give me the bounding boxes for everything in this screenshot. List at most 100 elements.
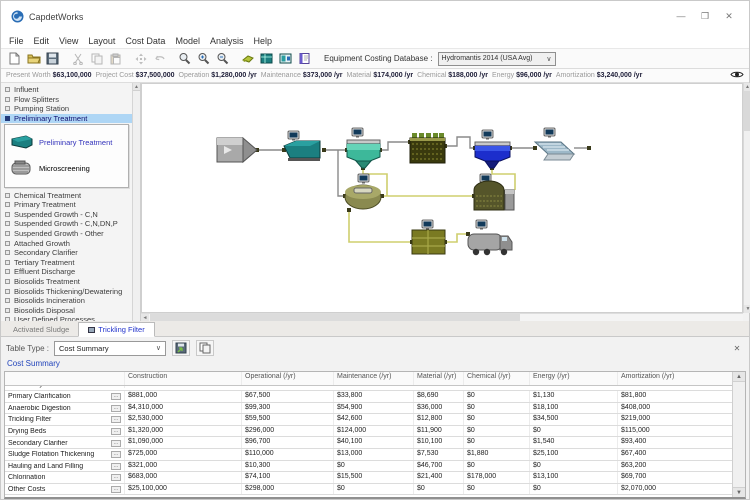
row-detail-button[interactable]: ... [111, 393, 121, 400]
primary-clarifier-unit[interactable] [347, 128, 380, 168]
table-row[interactable]: Primary Clarification... $881,000 $67,50… [5, 391, 732, 403]
table-row[interactable]: Sludge Flotation Thickening... $725,000 … [5, 449, 732, 461]
tab-trickling-filter[interactable]: Trickling Filter [78, 322, 154, 337]
menu-item[interactable]: Model [170, 36, 205, 46]
palette-item-preliminary-treatment[interactable]: Preliminary Treatment [7, 129, 126, 155]
amortization-cell: $115,000 [618, 426, 732, 437]
scroll-up-icon[interactable]: ▲ [733, 372, 745, 382]
table-row[interactable]: Chlorination... $683,000 $74,100 $15,500… [5, 472, 732, 484]
data-table-icon[interactable] [257, 50, 276, 67]
maximize-button[interactable]: ❒ [693, 7, 717, 25]
sidebar-item[interactable]: Biosolids Incineration [1, 296, 133, 306]
sidebar-item[interactable]: Biosolids Treatment [1, 277, 133, 287]
sidebar-item[interactable]: Suspended Growth - Other [1, 229, 133, 239]
row-detail-button[interactable]: ... [111, 428, 121, 435]
scrollbar-thumb[interactable] [744, 91, 750, 131]
sidebar-item[interactable]: Suspended Growth - C,N,DN,P [1, 219, 133, 229]
scroll-down-icon[interactable]: ▼ [744, 305, 750, 313]
material-cell: $21,400 [414, 472, 464, 483]
table-row[interactable]: Drying Beds... $1,320,000 $296,000 $124,… [5, 426, 732, 438]
menu-item[interactable]: Edit [29, 36, 55, 46]
flowsheet-icon[interactable] [276, 50, 295, 67]
row-detail-button[interactable]: ... [111, 405, 121, 412]
sidebar-item[interactable]: Chemical Treatment [1, 190, 133, 200]
report-icon[interactable] [295, 50, 314, 67]
zoom-icon[interactable] [175, 50, 194, 67]
scrollbar-thumb[interactable] [150, 314, 520, 321]
material-cell: $0 [414, 484, 464, 495]
table-row[interactable]: Anaerobic Digestion... $4,310,000 $99,30… [5, 403, 732, 415]
menu-item[interactable]: Layout [83, 36, 120, 46]
visibility-eye-icon[interactable] [730, 70, 744, 81]
export-table-button[interactable] [172, 340, 190, 356]
zoom-in-icon[interactable] [194, 50, 213, 67]
sidebar-item[interactable]: Influent [1, 85, 133, 95]
palette-item-microscreening[interactable]: Microscreening [7, 155, 126, 181]
sidebar-item[interactable]: Biosolids Thickening/Dewatering [1, 286, 133, 296]
table-row[interactable]: Trickling Filter... $2,530,000 $59,500 $… [5, 414, 732, 426]
palette-icon[interactable] [238, 50, 257, 67]
sidebar-item[interactable]: Flow Splitters [1, 95, 133, 105]
menu-item[interactable]: Cost Data [120, 36, 170, 46]
table-row[interactable]: Hauling and Land Filling... $321,000 $10… [5, 461, 732, 473]
row-detail-button[interactable]: ... [111, 463, 121, 470]
menu-item[interactable]: File [4, 36, 29, 46]
sidebar-item[interactable]: Effluent Discharge [1, 267, 133, 277]
amortization-cell: $93,400 [618, 437, 732, 448]
sidebar-item[interactable]: Biosolids Disposal [1, 306, 133, 316]
new-file-icon[interactable] [5, 50, 24, 67]
drying-beds-unit[interactable] [412, 220, 445, 254]
paste-icon[interactable] [106, 50, 125, 67]
preliminary-treatment-unit[interactable] [284, 131, 320, 161]
pan-icon[interactable] [131, 50, 150, 67]
maintenance-cell: $124,000 [334, 426, 414, 437]
row-detail-button[interactable]: ... [111, 440, 121, 447]
minimize-button[interactable]: — [669, 7, 693, 25]
scroll-up-icon[interactable]: ▲ [133, 83, 140, 91]
row-detail-button[interactable]: ... [111, 486, 121, 493]
copy-table-button[interactable] [196, 340, 214, 356]
sidebar-item[interactable]: Secondary Clarifier [1, 248, 133, 258]
tab-activated-sludge[interactable]: Activated Sludge [4, 323, 78, 336]
sidebar-item[interactable]: Preliminary Treatment [1, 114, 133, 124]
flowsheet-canvas[interactable] [141, 83, 743, 313]
cut-icon[interactable] [68, 50, 87, 67]
table-row[interactable]: Secondary Clarifier... $1,090,000 $96,70… [5, 437, 732, 449]
hauling-truck-unit[interactable] [468, 220, 512, 255]
close-panel-icon[interactable]: ✕ [730, 342, 744, 355]
scroll-up-icon[interactable]: ▲ [744, 83, 750, 91]
sidebar-item[interactable]: Tertiary Treatment [1, 258, 133, 268]
sidebar-scrollbar[interactable]: ▲ [132, 83, 140, 321]
category-icon [5, 279, 10, 284]
maintenance-cell: $0 [334, 461, 414, 472]
sidebar-item[interactable]: Suspended Growth - C,N [1, 210, 133, 220]
secondary-clarifier-unit[interactable] [475, 130, 510, 168]
menu-item[interactable]: Help [248, 36, 277, 46]
menu-item[interactable]: View [54, 36, 83, 46]
menu-item[interactable]: Analysis [205, 36, 249, 46]
sidebar-item[interactable]: Attached Growth [1, 238, 133, 248]
flotation-thickener-unit[interactable] [345, 174, 381, 209]
database-combobox[interactable]: Hydromantis 2014 (USA Avg) ∨ [438, 52, 556, 66]
row-detail-button[interactable]: ... [111, 451, 121, 458]
influent-unit[interactable] [217, 138, 257, 162]
effluent-discharge-unit[interactable] [535, 128, 574, 160]
save-icon[interactable] [43, 50, 62, 67]
scroll-down-icon[interactable]: ▼ [733, 487, 745, 497]
row-detail-button[interactable]: ... [111, 474, 121, 481]
canvas-horizontal-scrollbar[interactable]: ◄ [141, 313, 743, 321]
open-folder-icon[interactable] [24, 50, 43, 67]
sidebar-item[interactable]: Primary Treatment [1, 200, 133, 210]
sidebar-item[interactable]: Pumping Station [1, 104, 133, 114]
zoom-out-icon[interactable] [213, 50, 232, 67]
undo-icon[interactable] [150, 50, 169, 67]
canvas-vertical-scrollbar[interactable]: ▲ ▼ [743, 83, 750, 313]
table-scrollbar[interactable]: ▲ ▼ [732, 372, 745, 497]
anaerobic-digester-unit[interactable] [474, 174, 514, 210]
row-detail-button[interactable]: ... [111, 416, 121, 423]
close-button[interactable]: ✕ [717, 7, 741, 25]
table-type-combobox[interactable]: Cost Summary ∨ [54, 341, 166, 356]
trickling-filter-unit[interactable] [410, 133, 445, 163]
table-row[interactable]: Other Costs... $25,100,000 $298,000 $0 $… [5, 484, 732, 496]
copy-icon[interactable] [87, 50, 106, 67]
